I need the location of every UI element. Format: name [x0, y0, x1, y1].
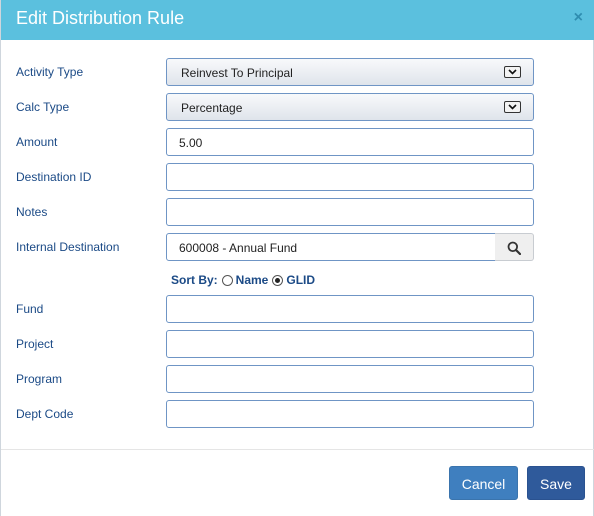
sort-by-name-radio[interactable]: [221, 274, 233, 286]
activity-type-label: Activity Type: [16, 65, 84, 79]
project-input[interactable]: [166, 330, 534, 358]
calc-type-label: Calc Type: [16, 100, 70, 114]
program-label: Program: [16, 372, 63, 386]
dept-code-input[interactable]: [166, 400, 534, 428]
save-button[interactable]: Save: [527, 466, 585, 500]
fund-input[interactable]: [166, 295, 534, 323]
chevron-down-icon[interactable]: [504, 66, 521, 78]
internal-destination-label: Internal Destination: [16, 240, 120, 254]
amount-value: 5.00: [179, 136, 203, 150]
search-icon: [507, 241, 521, 255]
notes-label: Notes: [16, 205, 48, 219]
close-icon[interactable]: ×: [574, 9, 583, 27]
dialog-header: Edit Distribution Rule ×: [1, 0, 594, 40]
calc-type-value: Percentage: [181, 101, 243, 115]
sort-by-name-label[interactable]: Name: [236, 273, 269, 287]
notes-input[interactable]: [166, 198, 534, 226]
sort-by-group: Sort By: Name GLID: [171, 273, 315, 287]
internal-destination-input[interactable]: 600008 - Annual Fund: [166, 233, 496, 261]
fund-label: Fund: [16, 302, 44, 316]
footer-divider: [1, 449, 594, 450]
cancel-button[interactable]: Cancel: [449, 466, 518, 500]
program-input[interactable]: [166, 365, 534, 393]
sort-by-glid-radio[interactable]: [272, 274, 284, 286]
calc-type-select[interactable]: Percentage: [166, 93, 534, 121]
edit-distribution-rule-dialog: Edit Distribution Rule × Activity Type R…: [0, 0, 594, 516]
search-button[interactable]: [495, 233, 534, 261]
activity-type-select[interactable]: Reinvest To Principal: [166, 58, 534, 86]
internal-destination-value: 600008 - Annual Fund: [179, 241, 298, 255]
dialog-title: Edit Distribution Rule: [16, 8, 185, 28]
activity-type-value: Reinvest To Principal: [181, 66, 293, 80]
amount-input[interactable]: 5.00: [166, 128, 534, 156]
project-label: Project: [16, 337, 54, 351]
destination-id-label: Destination ID: [16, 170, 92, 184]
chevron-down-icon[interactable]: [504, 101, 521, 113]
dept-code-label: Dept Code: [16, 407, 74, 421]
sort-by-glid-label[interactable]: GLID: [286, 273, 315, 287]
destination-id-input[interactable]: [166, 163, 534, 191]
amount-label: Amount: [16, 135, 58, 149]
sort-by-label: Sort By:: [171, 273, 218, 287]
